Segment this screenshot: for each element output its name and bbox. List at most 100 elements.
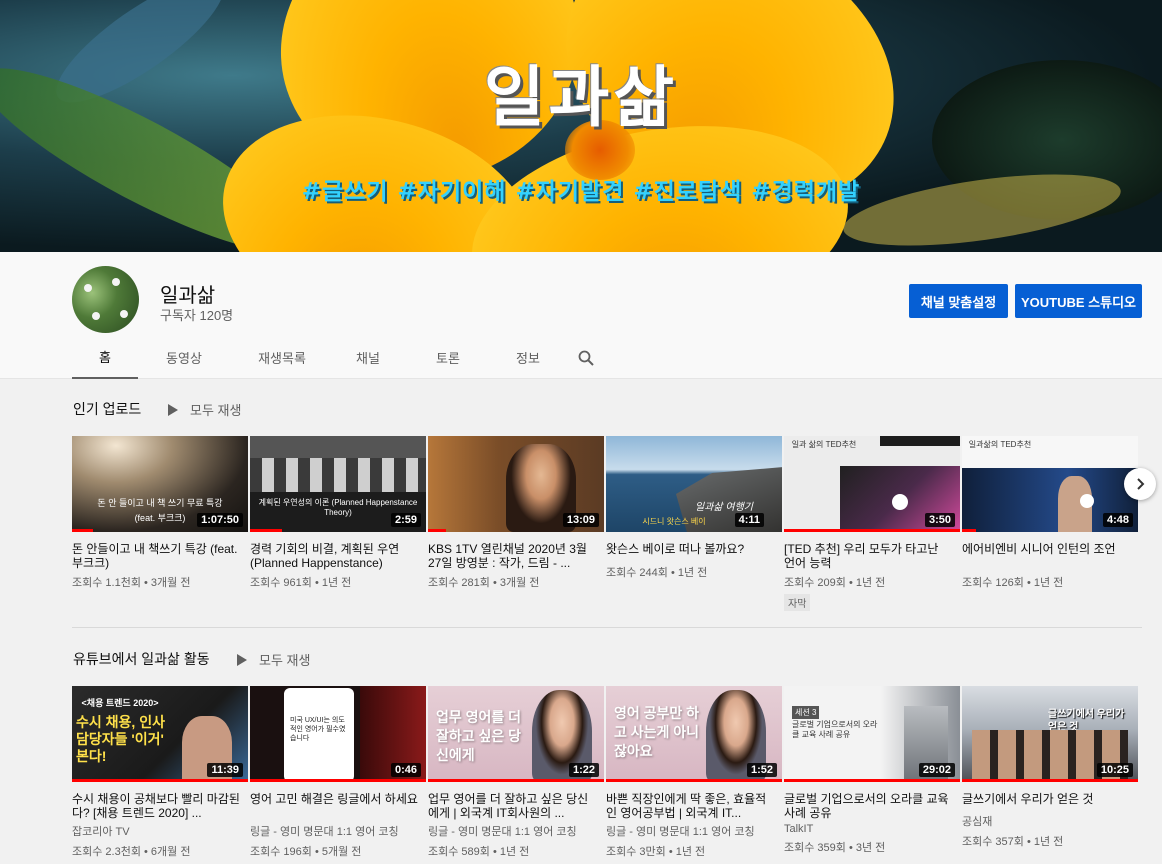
tab-about[interactable]: 정보 <box>494 336 562 379</box>
search-icon[interactable] <box>568 336 604 379</box>
video-card[interactable]: <채용 트렌드 2020> 수시 채용, 인사담당자들 '이거' 본다! 11:… <box>72 686 250 859</box>
video-meta: 조회수 359회 • 3년 전 <box>784 842 886 854</box>
video-duration: 1:22 <box>568 763 599 777</box>
video-meta: 조회수 126회 • 1년 전 <box>962 577 1064 589</box>
thumbnail-caption: 일과삶의 TED추천 <box>968 440 1032 449</box>
video-card[interactable]: 글쓰기에서 우리가 얻은 것 10:25 글쓰기에서 우리가 얻은 것 공심재 … <box>962 686 1140 859</box>
video-card[interactable]: 업무 영어를 더 잘하고 싶은 당신에게 1:22 업무 영어를 더 잘하고 싶… <box>428 686 606 859</box>
video-title[interactable]: 왓슨스 베이로 떠나 볼까요? <box>606 542 774 556</box>
video-meta: 조회수 357회 • 1년 전 <box>962 836 1064 848</box>
video-duration: 11:39 <box>207 763 243 777</box>
video-channel[interactable]: 링글 - 영미 명문대 1:1 영어 코칭 <box>606 823 784 839</box>
video-meta: 조회수 1.1천회 • 3개월 전 <box>72 577 191 589</box>
video-card[interactable]: 일과삶 여행기 시드니 왓슨스 베이 4:11 왓슨스 베이로 떠나 볼까요? … <box>606 436 784 612</box>
video-thumbnail[interactable]: 일과삶 여행기 시드니 왓슨스 베이 4:11 <box>606 436 782 532</box>
chevron-right-icon <box>1137 478 1145 490</box>
video-channel[interactable]: 링글 - 영미 명문대 1:1 영어 코칭 <box>250 823 428 839</box>
play-icon <box>237 653 247 666</box>
play-all-activity[interactable]: 모두 재생 <box>237 650 310 669</box>
banner-tags: #글쓰기 #자기이해 #자기발견 #진로탐색 #경력개발 <box>301 179 861 205</box>
play-all-label: 모두 재생 <box>259 653 311 668</box>
video-duration: 4:11 <box>734 513 764 527</box>
video-duration: 29:02 <box>918 763 955 777</box>
video-meta: 조회수 589회 • 1년 전 <box>428 846 530 858</box>
video-channel[interactable]: TalkIT <box>784 823 962 835</box>
video-meta: 조회수 281회 • 3개월 전 <box>428 577 540 589</box>
video-card[interactable]: 세션 3 글로벌 기업으로서의 오라클 교육 사례 공유 29:02 글로벌 기… <box>784 686 962 859</box>
video-title[interactable]: 돈 안들이고 내 책쓰기 특강 (feat. 부크크) <box>72 542 240 570</box>
video-title[interactable]: [TED 추천] 우리 모두가 타고난 언어 능력 <box>784 542 952 570</box>
video-thumbnail[interactable]: <채용 트렌드 2020> 수시 채용, 인사담당자들 '이거' 본다! 11:… <box>72 686 248 782</box>
video-duration: 13:09 <box>562 513 599 527</box>
video-duration: 0:46 <box>390 763 421 777</box>
video-thumbnail[interactable]: 영어 공부만 하고 사는게 아니잖아요 1:52 <box>606 686 782 782</box>
video-card[interactable]: 영어 공부만 하고 사는게 아니잖아요 1:52 바쁜 직장인에게 딱 좋은, … <box>606 686 784 859</box>
video-title[interactable]: KBS 1TV 열린채널 2020년 3월 27일 방영분 : 작가, 드림 -… <box>428 542 596 570</box>
video-thumbnail[interactable]: 일과 삶의 TED추천 3:50 <box>784 436 960 532</box>
video-duration: 4:48 <box>1102 513 1133 527</box>
channel-tabs: 홈 동영상 재생목록 채널 토론 정보 <box>72 336 604 379</box>
tab-home[interactable]: 홈 <box>72 336 138 379</box>
video-card[interactable]: 일과삶의 TED추천 4:48 에어비엔비 시니어 인턴의 조언 조회수 126… <box>962 436 1140 612</box>
video-title[interactable]: 수시 채용이 공채보다 빨리 마감된다? [채용 트렌드 2020] ... <box>72 792 240 820</box>
video-duration: 3:50 <box>924 513 955 527</box>
play-all-label: 모두 재생 <box>190 403 242 418</box>
video-title[interactable]: 글로벌 기업으로서의 오라클 교육 사례 공유 <box>784 792 952 820</box>
video-title[interactable]: 영어 고민 해결은 링글에서 하세요 <box>250 792 418 820</box>
video-thumbnail[interactable]: 일과삶의 TED추천 4:48 <box>962 436 1138 532</box>
video-channel[interactable]: 공심재 <box>962 813 1140 829</box>
youtube-studio-button[interactable]: YOUTUBE 스튜디오 <box>1015 284 1142 318</box>
video-duration: 1:52 <box>746 763 777 777</box>
thumbnail-caption: 돈 안 들이고 내 책 쓰기 무료 특강 <box>97 498 223 508</box>
video-channel[interactable]: 링글 - 영미 명문대 1:1 영어 코칭 <box>428 823 606 839</box>
video-thumbnail[interactable]: 글쓰기에서 우리가 얻은 것 10:25 <box>962 686 1138 782</box>
video-duration: 10:25 <box>1096 763 1133 777</box>
next-arrow-button[interactable] <box>1124 468 1156 500</box>
video-thumbnail[interactable]: 돈 안 들이고 내 책 쓰기 무료 특강 (feat. 부크크) 1:07:50 <box>72 436 248 532</box>
video-card[interactable]: 계획된 우연성의 이론 (Planned Happenstance Theory… <box>250 436 428 612</box>
tab-playlists[interactable]: 재생목록 <box>230 336 334 379</box>
video-thumbnail[interactable]: 13:09 <box>428 436 604 532</box>
video-row-popular: 돈 안 들이고 내 책 쓰기 무료 특강 (feat. 부크크) 1:07:50… <box>72 436 1140 612</box>
play-icon <box>168 403 178 416</box>
video-meta: 조회수 961회 • 1년 전 <box>250 577 352 589</box>
video-thumbnail[interactable]: 계획된 우연성의 이론 (Planned Happenstance Theory… <box>250 436 426 532</box>
video-card[interactable]: 13:09 KBS 1TV 열린채널 2020년 3월 27일 방영분 : 작가… <box>428 436 606 612</box>
video-meta: 조회수 2.3천회 • 6개월 전 <box>72 846 191 858</box>
video-title[interactable]: 에어비엔비 시니어 인턴의 조언 <box>962 542 1130 570</box>
thumbnail-caption: 업무 영어를 더 잘하고 싶은 당신에게 <box>436 709 522 763</box>
thumbnail-caption: 수시 채용, 인사담당자들 '이거' 본다! <box>76 714 165 764</box>
video-title[interactable]: 바쁜 직장인에게 딱 좋은, 효율적인 영어공부법 | 외국계 IT... <box>606 792 774 820</box>
play-all-popular[interactable]: 모두 재생 <box>168 400 241 419</box>
customize-channel-button[interactable]: 채널 맞춤설정 <box>909 284 1008 318</box>
video-title[interactable]: 경력 기회의 비결, 계획된 우연 (Planned Happenstance) <box>250 542 418 570</box>
thumbnail-caption: <채용 트렌드 2020> <box>81 698 159 708</box>
video-title[interactable]: 업무 영어를 더 잘하고 싶은 당신에게 | 외국계 IT회사원의 ... <box>428 792 596 820</box>
video-row-activity: <채용 트렌드 2020> 수시 채용, 인사담당자들 '이거' 본다! 11:… <box>72 686 1140 859</box>
video-thumbnail[interactable]: 세션 3 글로벌 기업으로서의 오라클 교육 사례 공유 29:02 <box>784 686 960 782</box>
video-card[interactable]: 미국 UX/UI는 의도적인 영어가 필수였습니다 0:46 영어 고민 해결은… <box>250 686 428 859</box>
thumbnail-caption: 글로벌 기업으로서의 오라클 교육 사례 공유 <box>792 720 878 739</box>
section-title-activity[interactable]: 유튜브에서 일과삶 활동 <box>73 649 210 669</box>
caption-badge: 자막 <box>784 594 811 611</box>
video-thumbnail[interactable]: 미국 UX/UI는 의도적인 영어가 필수였습니다 0:46 <box>250 686 426 782</box>
channel-avatar[interactable] <box>72 266 139 333</box>
banner-title: 일과삶 <box>483 59 679 136</box>
video-card[interactable]: 돈 안 들이고 내 책 쓰기 무료 특강 (feat. 부크크) 1:07:50… <box>72 436 250 612</box>
tab-videos[interactable]: 동영상 <box>138 336 230 379</box>
video-meta: 조회수 3만회 • 1년 전 <box>606 846 706 858</box>
section-divider <box>72 627 1142 628</box>
video-channel[interactable]: 잡코리아 TV <box>72 823 250 839</box>
video-thumbnail[interactable]: 업무 영어를 더 잘하고 싶은 당신에게 1:22 <box>428 686 604 782</box>
section-title-popular[interactable]: 인기 업로드 <box>73 399 141 419</box>
channel-banner: 일과삶 #글쓰기 #자기이해 #자기발견 #진로탐색 #경력개발 <box>0 0 1162 252</box>
tab-discussion[interactable]: 토론 <box>402 336 494 379</box>
video-meta: 조회수 244회 • 1년 전 <box>606 567 708 579</box>
video-duration: 1:07:50 <box>197 513 243 527</box>
video-meta: 조회수 209회 • 1년 전 <box>784 577 886 589</box>
tab-channels[interactable]: 채널 <box>334 336 402 379</box>
channel-name: 일과삶 <box>160 285 216 307</box>
video-title[interactable]: 글쓰기에서 우리가 얻은 것 <box>962 792 1130 806</box>
video-card[interactable]: 일과 삶의 TED추천 3:50 [TED 추천] 우리 모두가 타고난 언어 … <box>784 436 962 612</box>
thumbnail-caption: 세션 3 <box>792 706 820 719</box>
